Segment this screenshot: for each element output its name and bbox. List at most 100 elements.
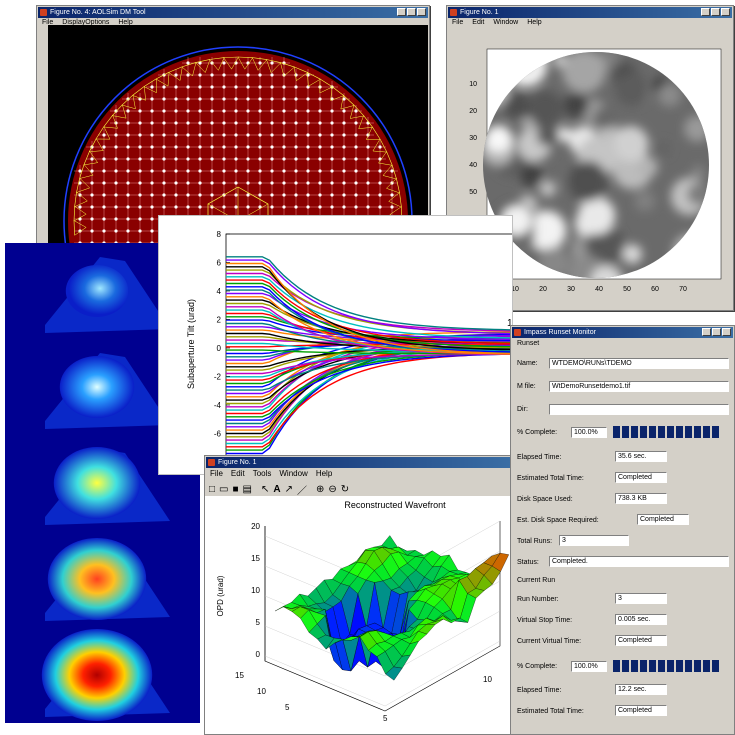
phase-x-tick: 30	[567, 286, 575, 293]
wavefront-window-titlebar[interactable]: Figure No. 1	[206, 457, 512, 468]
actuator-point	[270, 169, 274, 173]
actuator-point	[198, 133, 202, 137]
menu-window[interactable]: Window	[279, 469, 307, 479]
new-figure-icon[interactable]: □	[209, 484, 215, 495]
menu-file[interactable]: File	[210, 469, 223, 479]
actuator-point	[126, 169, 130, 173]
menu-window[interactable]: Window	[493, 18, 518, 28]
actuator-point	[246, 97, 250, 101]
actuator-point	[210, 157, 214, 161]
actuator-point	[282, 133, 286, 137]
actuator-point	[234, 157, 238, 161]
actuator-point	[198, 97, 202, 101]
actuator-point	[90, 181, 94, 185]
actuator-point	[102, 217, 106, 221]
actuator-point	[222, 145, 226, 149]
actuator-point	[234, 121, 238, 125]
run-est-total-time-label: Estimated Total Time:	[517, 708, 584, 715]
menu-tools[interactable]: Tools	[253, 469, 272, 479]
progress-segment	[676, 660, 683, 672]
menu-file[interactable]: File	[452, 18, 463, 28]
actuator-point	[138, 121, 142, 125]
actuator-point	[102, 157, 106, 161]
actuator-point	[114, 193, 118, 197]
actuator-point	[246, 73, 250, 77]
phase-window-titlebar[interactable]: Figure No. 1	[448, 7, 732, 18]
minimize-icon[interactable]	[701, 8, 710, 16]
open-file-icon[interactable]: ▭	[219, 484, 228, 495]
progress-segment	[613, 426, 620, 438]
actuator-point	[306, 109, 310, 113]
dm-tool-window: Figure No. 4: AOLSim DM Tool File Displa…	[36, 5, 430, 250]
run-number-label: Run Number:	[517, 596, 559, 603]
actuator-point	[258, 193, 262, 197]
actuator-point	[138, 193, 142, 197]
actuator-point	[186, 73, 190, 77]
maximize-icon[interactable]	[407, 8, 416, 16]
progress-segment	[694, 660, 701, 672]
rotate-icon[interactable]: ↻	[341, 484, 349, 495]
wavefront-surface-plot: Reconstructed Wavefront OPD (urad) 20 15 1…	[205, 496, 513, 734]
maximize-icon[interactable]	[711, 8, 720, 16]
actuator-point	[378, 205, 382, 209]
actuator-point	[270, 193, 274, 197]
minimize-icon[interactable]	[397, 8, 406, 16]
mfile-field[interactable]: WtDemoRunsetdemo1.tif	[549, 381, 729, 392]
actuator-point	[306, 133, 310, 137]
phase-menubar: File Edit Window Help	[448, 18, 732, 28]
actuator-point	[282, 205, 286, 209]
menu-help[interactable]: Help	[316, 469, 332, 479]
progress-segment	[667, 660, 674, 672]
actuator-point	[198, 145, 202, 149]
zoom-in-icon[interactable]: ⊕	[316, 484, 324, 495]
zoom-out-icon[interactable]: ⊖	[328, 484, 336, 495]
insert-arrow-icon[interactable]: ↗	[285, 484, 293, 495]
maximize-icon[interactable]	[712, 328, 721, 336]
actuator-point	[186, 145, 190, 149]
minimize-icon[interactable]	[702, 328, 711, 336]
menu-help[interactable]: Help	[527, 18, 541, 28]
select-arrow-icon[interactable]: ↖	[261, 484, 269, 495]
close-icon[interactable]	[721, 8, 730, 16]
status-field: Completed.	[549, 556, 729, 567]
run-est-total-time-field: Completed	[615, 705, 667, 716]
save-icon[interactable]: ■	[233, 484, 239, 495]
actuator-point	[282, 181, 286, 185]
print-icon[interactable]: ▤	[243, 484, 252, 495]
tilt-y-tick: 0	[217, 344, 222, 353]
phase-y-tick: 50	[469, 189, 477, 196]
tilt-y-tick: -4	[214, 401, 222, 410]
spot-panel	[5, 627, 200, 723]
actuator-point	[234, 181, 238, 185]
actuator-point	[90, 205, 94, 209]
dm-window-titlebar[interactable]: Figure No. 4: AOLSim DM Tool	[38, 7, 428, 18]
actuator-point	[186, 193, 190, 197]
actuator-point	[174, 85, 178, 89]
actuator-point	[234, 193, 238, 197]
virtual-stop-time-field: 0.005 sec.	[615, 614, 667, 625]
wavefront-plot-title: Reconstructed Wavefront	[344, 500, 446, 510]
menu-edit[interactable]: Edit	[472, 18, 484, 28]
insert-line-icon[interactable]: ／	[297, 482, 307, 497]
wavefront-menubar: File Edit Tools Window Help	[206, 469, 512, 479]
actuator-point	[270, 145, 274, 149]
actuator-point	[270, 85, 274, 89]
actuator-point	[342, 193, 346, 197]
actuator-point	[342, 157, 346, 161]
actuator-point	[174, 109, 178, 113]
actuator-point	[186, 205, 190, 209]
close-icon[interactable]	[417, 8, 426, 16]
insert-text-icon[interactable]: A	[273, 484, 280, 495]
name-field[interactable]: WTDEMO\RUNs\TDEMO	[549, 358, 729, 369]
actuator-point	[342, 121, 346, 125]
dir-field[interactable]	[549, 404, 729, 415]
actuator-point	[246, 205, 250, 209]
actuator-point	[306, 181, 310, 185]
menu-edit[interactable]: Edit	[231, 469, 245, 479]
run-elapsed-time-field: 12.2 sec.	[615, 684, 667, 695]
dir-label: Dir:	[517, 406, 528, 413]
monitor-titlebar[interactable]: Impass Runset Monitor	[512, 327, 733, 338]
runset-progress-bar	[613, 426, 719, 438]
close-icon[interactable]	[722, 328, 731, 336]
actuator-point	[114, 229, 118, 233]
